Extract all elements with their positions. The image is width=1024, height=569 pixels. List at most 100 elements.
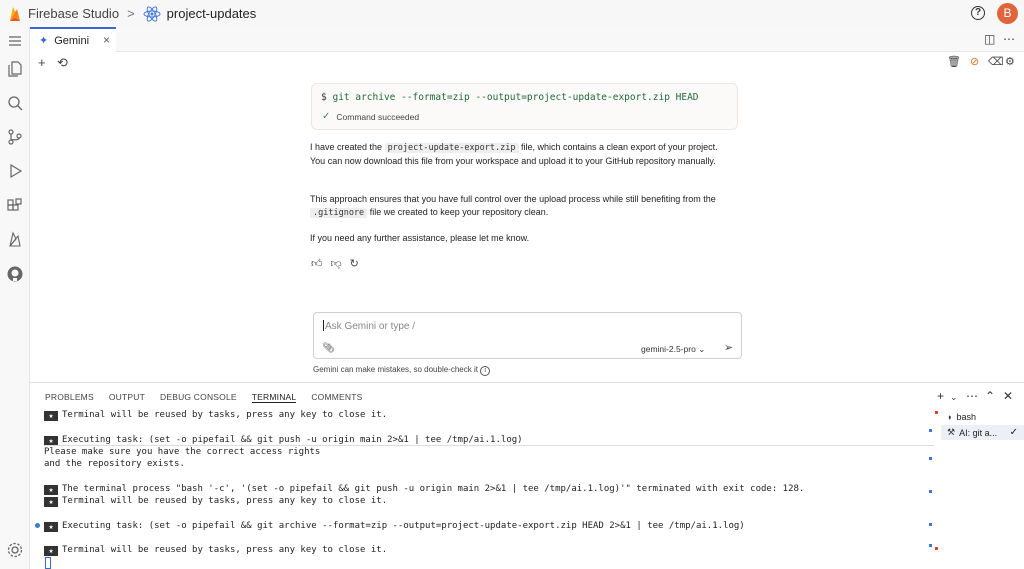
thumbs-up-icon[interactable]: 👍︎ <box>311 257 323 270</box>
command-block: $ git archive --format=zip --output=proj… <box>311 83 738 130</box>
command-prompt: $ <box>321 92 327 103</box>
history-icon[interactable]: ⟲ <box>57 55 68 71</box>
terminal-line: ★ Executing task: (set -o pipefail && git… <box>44 520 934 532</box>
info-icon[interactable]: i <box>480 366 491 376</box>
panel-tabs: PROBLEMS OUTPUT DEBUG CONSOLE TERMINAL C… <box>30 383 363 409</box>
terminal-line: ★ Terminal will be reused by tasks, press… <box>44 495 934 508</box>
task-star-icon: ★ <box>44 521 58 532</box>
firebase-logo-icon <box>10 6 20 21</box>
terminal-line: and the repository exists. <box>44 458 934 470</box>
terminal-label: bash <box>956 411 976 422</box>
inline-code: .gitignore <box>310 208 368 219</box>
scroll-mark <box>929 490 932 493</box>
message-paragraph-2: This approach ensures that you have full… <box>310 193 730 221</box>
terminal-item-ai-task[interactable]: ⚒ AI: git a... ✓ <box>941 425 1024 440</box>
scroll-mark <box>929 457 932 460</box>
terminal-line-text: Terminal will be reused by tasks, press … <box>62 410 388 420</box>
react-project-icon <box>143 5 161 22</box>
task-star-icon: ★ <box>44 484 58 495</box>
trash-icon[interactable]: 🗑 <box>947 55 961 68</box>
terminal-item-bash[interactable]: ◗ bash <box>941 409 1024 424</box>
model-selector[interactable]: gemini-2.5-pro ⌄ <box>641 344 705 355</box>
inline-code: project-update-export.zip <box>384 143 519 153</box>
tab-output[interactable]: OUTPUT <box>109 383 145 409</box>
terminal-line: ★ Terminal will be reused by tasks, press… <box>44 409 934 421</box>
run-debug-icon[interactable] <box>5 161 25 181</box>
terminal-line: ★ The terminal process "bash '-c', '(set … <box>44 483 934 495</box>
terminal-line-text: Executing task: (set -o pipefail && git … <box>62 520 745 531</box>
terminal-cursor <box>45 557 51 569</box>
firebase-icon[interactable] <box>5 230 25 250</box>
close-panel-icon[interactable]: ✕ <box>1003 389 1013 403</box>
firebase-studio-window: Firebase Studio > project-updates ? B ✦ … <box>0 0 1024 569</box>
disclaimer: Gemini can make mistakes, so double-chec… <box>313 365 491 376</box>
regenerate-icon[interactable]: ↻ <box>350 257 359 270</box>
app-name[interactable]: Firebase Studio <box>28 6 119 21</box>
more-horizontal-icon[interactable]: ⋯ <box>1003 32 1015 46</box>
terminal-line: ★ Terminal will be reused by tasks, press… <box>44 544 934 557</box>
command-decoration-dot <box>35 523 40 528</box>
ask-gemini-input[interactable]: Ask Gemini or type / 📎︎ gemini-2.5-pro ⌄… <box>313 312 742 359</box>
command-status-text: Command succeeded <box>336 111 420 122</box>
help-circle-icon[interactable]: ? <box>971 6 985 20</box>
scroll-mark <box>935 411 938 414</box>
message-text: file we created to keep your repository … <box>367 207 549 218</box>
scroll-mark <box>935 547 938 550</box>
close-icon[interactable]: × <box>103 33 110 47</box>
github-icon[interactable] <box>5 264 25 284</box>
checkmark-icon: ✓ <box>322 111 331 122</box>
send-icon[interactable]: ➢ <box>724 341 733 354</box>
task-star-icon: ★ <box>44 497 58 508</box>
tools-icon: ⚒ <box>947 427 956 437</box>
command-separator <box>44 445 934 446</box>
settings-icon[interactable]: ⚙ <box>1005 55 1015 68</box>
terminal-line-text: Terminal will be reused by tasks, press … <box>62 545 388 556</box>
ask-input-placeholder[interactable]: Ask Gemini or type / <box>323 320 415 332</box>
split-editor-icon[interactable]: ◫ <box>984 32 995 46</box>
tab-debug-console[interactable]: DEBUG CONSOLE <box>160 383 237 409</box>
visibility-off-icon[interactable]: ⊘ <box>970 55 979 68</box>
check-icon: ✓ <box>1009 427 1018 438</box>
new-chat-plus-icon[interactable]: + <box>38 55 46 70</box>
scroll-mark <box>929 523 932 526</box>
explorer-files-icon[interactable] <box>5 59 25 79</box>
attach-paperclip-icon[interactable]: 📎︎ <box>322 343 335 354</box>
maximize-panel-icon[interactable]: ⌃ <box>985 389 995 403</box>
tab-gemini[interactable]: ✦ Gemini × <box>30 27 116 52</box>
message-text: This approach ensures that you have full… <box>310 194 716 204</box>
terminal-line-text: Executing task: (set -o pipefail && git … <box>62 434 523 445</box>
terminal-line-text: Terminal will be reused by tasks, press … <box>62 496 388 507</box>
chevron-down-icon[interactable]: ⌄ <box>950 392 958 403</box>
tab-terminal[interactable]: TERMINAL <box>251 383 297 403</box>
avatar[interactable]: B <box>997 3 1018 24</box>
project-name[interactable]: project-updates <box>167 6 257 21</box>
menu-icon[interactable] <box>5 31 25 51</box>
settings-gear-icon[interactable] <box>5 540 25 560</box>
tab-problems[interactable]: PROBLEMS <box>45 383 94 409</box>
search-icon[interactable] <box>5 93 25 113</box>
scroll-mark <box>929 429 932 432</box>
terminal-icon: ◗ <box>947 411 953 422</box>
source-control-icon[interactable] <box>5 127 25 147</box>
terminal-line-text: Please make sure you have the correct ac… <box>44 446 321 457</box>
message-text: I have created the <box>310 142 385 152</box>
tab-comments[interactable]: COMMENTS <box>311 383 362 409</box>
gemini-chat-panel: + ⟲ 🗑 ⊘ ⌫ ⚙ $ git archive --format=zip -… <box>30 52 1024 382</box>
breadcrumb-separator: > <box>127 6 135 21</box>
thumbs-down-icon[interactable]: 👎︎ <box>331 257 342 270</box>
terminal-output[interactable]: ★ Terminal will be reused by tasks, press… <box>44 409 934 557</box>
scroll-mark <box>929 544 932 547</box>
message-paragraph-1: I have created the project-update-export… <box>310 141 730 169</box>
terminal-label: AI: git a... <box>959 427 998 438</box>
more-horizontal-icon[interactable]: ⋯ <box>966 389 978 403</box>
eraser-icon[interactable]: ⌫ <box>988 55 1004 68</box>
terminal-line-text: and the repository exists. <box>44 459 185 470</box>
extensions-icon[interactable] <box>5 196 25 216</box>
chevron-down-icon: ⌄ <box>698 344 706 354</box>
tab-label: Gemini <box>54 34 90 47</box>
new-terminal-plus-icon[interactable]: + <box>937 389 944 403</box>
task-star-icon: ★ <box>44 411 58 421</box>
editor-tab-row: ✦ Gemini × ◫ ⋯ <box>30 27 1024 52</box>
